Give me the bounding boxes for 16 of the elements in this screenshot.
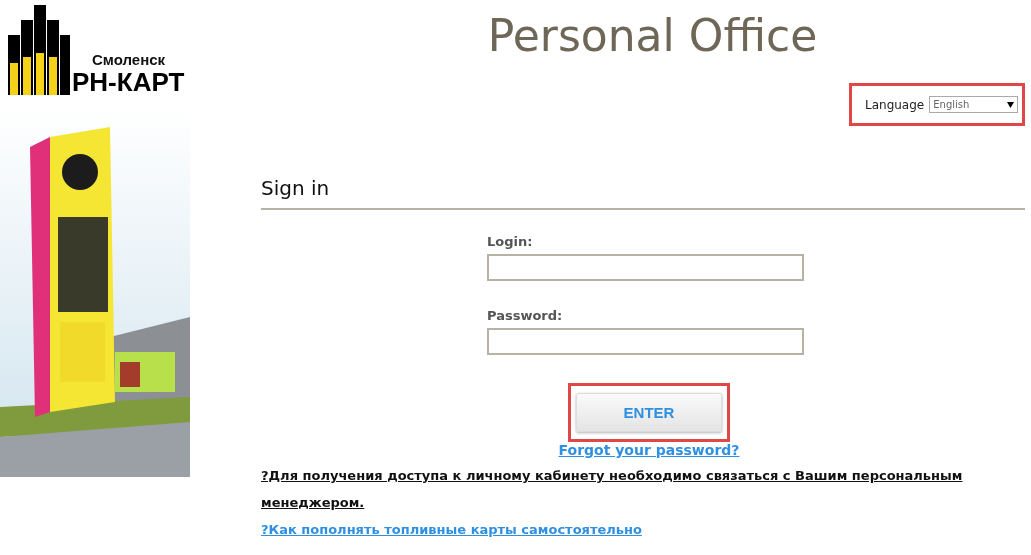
language-select[interactable]: English (929, 96, 1018, 113)
forgot-password-link[interactable]: Forgot your password? (535, 442, 740, 458)
caret-icon (1007, 101, 1014, 108)
logo-icon (8, 5, 70, 95)
enter-button[interactable]: ENTER (576, 393, 722, 432)
access-notice-link[interactable]: ?Для получения доступа к личному кабинету необходимо связаться с Вашим персональным менеджером. (261, 462, 1001, 516)
page-title: Personal Office (486, 10, 818, 61)
logo-brand-text: РН-КАРТ (72, 69, 185, 95)
input-field[interactable] (487, 328, 804, 355)
logo-city-text: Смоленск (92, 51, 167, 69)
field-label: Login: (487, 234, 534, 249)
help-link[interactable]: ?Как пополнять топливные карты самостоятельно (261, 516, 1001, 543)
sign-in-heading: Sign in (261, 176, 1025, 210)
field-label: Password: (487, 308, 564, 323)
language-label: Language (865, 97, 925, 112)
input-field[interactable] (487, 254, 804, 281)
